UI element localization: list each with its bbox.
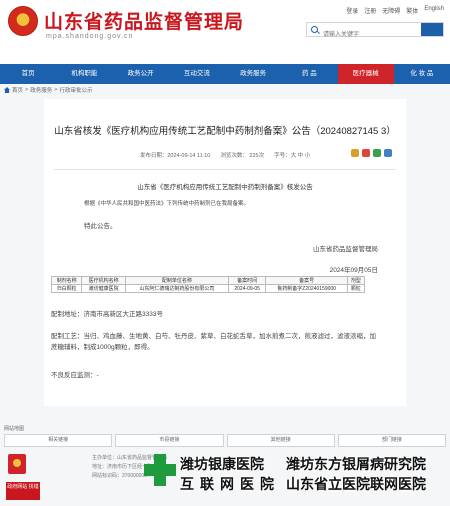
table-cell: 2024-09-05 <box>227 284 267 293</box>
table-cell: 鲁药制备字Z20240159000 <box>265 284 348 293</box>
top-link-accessibility[interactable]: 无障碍 <box>382 6 400 15</box>
top-link-traditional[interactable]: 繁体 <box>406 6 418 15</box>
address-line: 配制地址：济南市高新区大正路3333号 <box>51 311 163 318</box>
table-header: 备案时间 <box>227 276 267 285</box>
paragraph-basis: 根据《中华人民共和国中医药法》下列传统中药制剂已在我局备案。 <box>84 201 250 207</box>
nav-medical-devices[interactable]: 医疗器械 <box>337 64 394 84</box>
nav-organization[interactable]: 机构职能 <box>56 64 112 84</box>
site-title[interactable]: 山东省药品监督管理局 <box>44 7 244 34</box>
breadcrumb-home[interactable]: 首页 <box>12 86 23 94</box>
process-line: 配制工艺：当归、鸡血藤、生地黄、白芍、牡丹皮、紫草、白花蛇舌草，加水煎煮二次，煎… <box>51 333 376 351</box>
search-box <box>306 22 444 42</box>
breadcrumb: 首页 > 政务服务 > 行政审批公示 <box>4 86 92 94</box>
share-wechat-icon[interactable] <box>373 149 381 157</box>
paragraph-announce: 特此公告。 <box>84 223 117 230</box>
publish-date: 发布日期：2024-09-14 11:10 <box>139 153 211 159</box>
signer: 山东省药品监督管理局 <box>313 246 378 253</box>
main-nav: 首页 机构职能 政务公开 互动交流 政务服务 药 品 医疗器械 化 妆 品 <box>0 64 450 84</box>
table-cell: 山东阿仁德瑞达制药股份有限公司 <box>124 284 229 293</box>
top-link-register[interactable]: 注册 <box>364 6 376 15</box>
sign-date: 2024年09月05日 <box>329 267 378 274</box>
font-size-switch[interactable]: 字号：大 中 小 <box>274 151 310 159</box>
nav-cosmetics[interactable]: 化 妆 品 <box>394 64 450 84</box>
view-count: 浏览次数： 225次 <box>220 153 265 159</box>
overlay-line-a: 潍坊银康医院 <box>180 457 264 473</box>
party-gov-badge-icon[interactable] <box>8 454 26 474</box>
top-links: 登录 注册 无障碍 繁体 English <box>346 6 444 15</box>
overlay-line-c: 潍坊东方银屑病研究院 <box>286 457 426 473</box>
share-qq-icon[interactable] <box>384 149 392 157</box>
search-icon <box>311 26 318 33</box>
table-header: 备案号 <box>265 276 348 285</box>
home-icon <box>4 87 10 93</box>
table-header: 配制单位名称 <box>124 276 229 285</box>
nav-drugs[interactable]: 药 品 <box>281 64 337 84</box>
adr-line: 不良反应监测：- <box>51 372 99 379</box>
site-header: 山东省药品监督管理局 mpa.shandong.gov.cn 登录 注册 无障碍… <box>0 0 450 64</box>
green-cross-icon <box>140 450 180 490</box>
table-cell: 颗粒 <box>346 284 366 293</box>
nav-gov-affairs[interactable]: 政务公开 <box>113 64 169 84</box>
table-row: 归白颗粒 潍坊健康医院 山东阿仁德瑞达制药股份有限公司 2024-09-05 鲁… <box>50 284 366 293</box>
hospital-overlay: 潍坊银康医院 互联网医院 潍坊东方银屑病研究院 山东省立医院联网医院 <box>140 440 450 506</box>
search-input[interactable] <box>307 28 417 42</box>
nav-home[interactable]: 首页 <box>0 64 56 84</box>
doc-heading: 山东省《医疗机构应用传统工艺配制中药制剂备案》核发公告 <box>137 184 313 191</box>
share-icons <box>351 149 392 157</box>
footer-label[interactable]: 网站地图 <box>4 425 24 432</box>
search-button[interactable] <box>421 23 443 36</box>
overlay-line-b: 互联网医院 <box>180 477 280 493</box>
top-link-login[interactable]: 登录 <box>346 6 358 15</box>
table-cell: 归白颗粒 <box>50 284 83 293</box>
table-header: 医疗机构名称 <box>81 276 126 285</box>
table-header: 制剂名称 <box>50 276 83 285</box>
nav-gov-service[interactable]: 政务服务 <box>225 64 281 84</box>
overlay-line-d: 山东省立医院联网医院 <box>286 477 426 493</box>
national-emblem-icon <box>8 6 38 36</box>
top-link-english[interactable]: English <box>424 6 444 15</box>
breadcrumb-approval[interactable]: 行政审批公示 <box>59 86 92 94</box>
share-weibo-icon[interactable] <box>362 149 370 157</box>
share-qzone-icon[interactable] <box>351 149 359 157</box>
article-title: 山东省核发《医疗机构应用传统工艺配制中药制剂备案》公告（20240827145 … <box>54 126 396 137</box>
breadcrumb-gov-service[interactable]: 政务服务 <box>30 86 52 94</box>
table-header: 剂型 <box>346 276 366 285</box>
table-header-row: 制剂名称 医疗机构名称 配制单位名称 备案时间 备案号 剂型 <box>50 276 366 285</box>
article-card: 山东省核发《医疗机构应用传统工艺配制中药制剂备案》公告（20240827145 … <box>44 99 406 406</box>
table-cell: 潍坊健康医院 <box>81 284 126 293</box>
nav-interaction[interactable]: 互动交流 <box>169 64 225 84</box>
divider <box>54 169 396 170</box>
footer-link-related[interactable]: 相关链接 <box>4 434 113 447</box>
report-error-badge[interactable]: 政府网站 找错 <box>6 482 40 500</box>
site-domain: mpa.shandong.gov.cn <box>46 33 134 40</box>
registration-table: 制剂名称 医疗机构名称 配制单位名称 备案时间 备案号 剂型 归白颗粒 潍坊健康… <box>50 276 366 293</box>
